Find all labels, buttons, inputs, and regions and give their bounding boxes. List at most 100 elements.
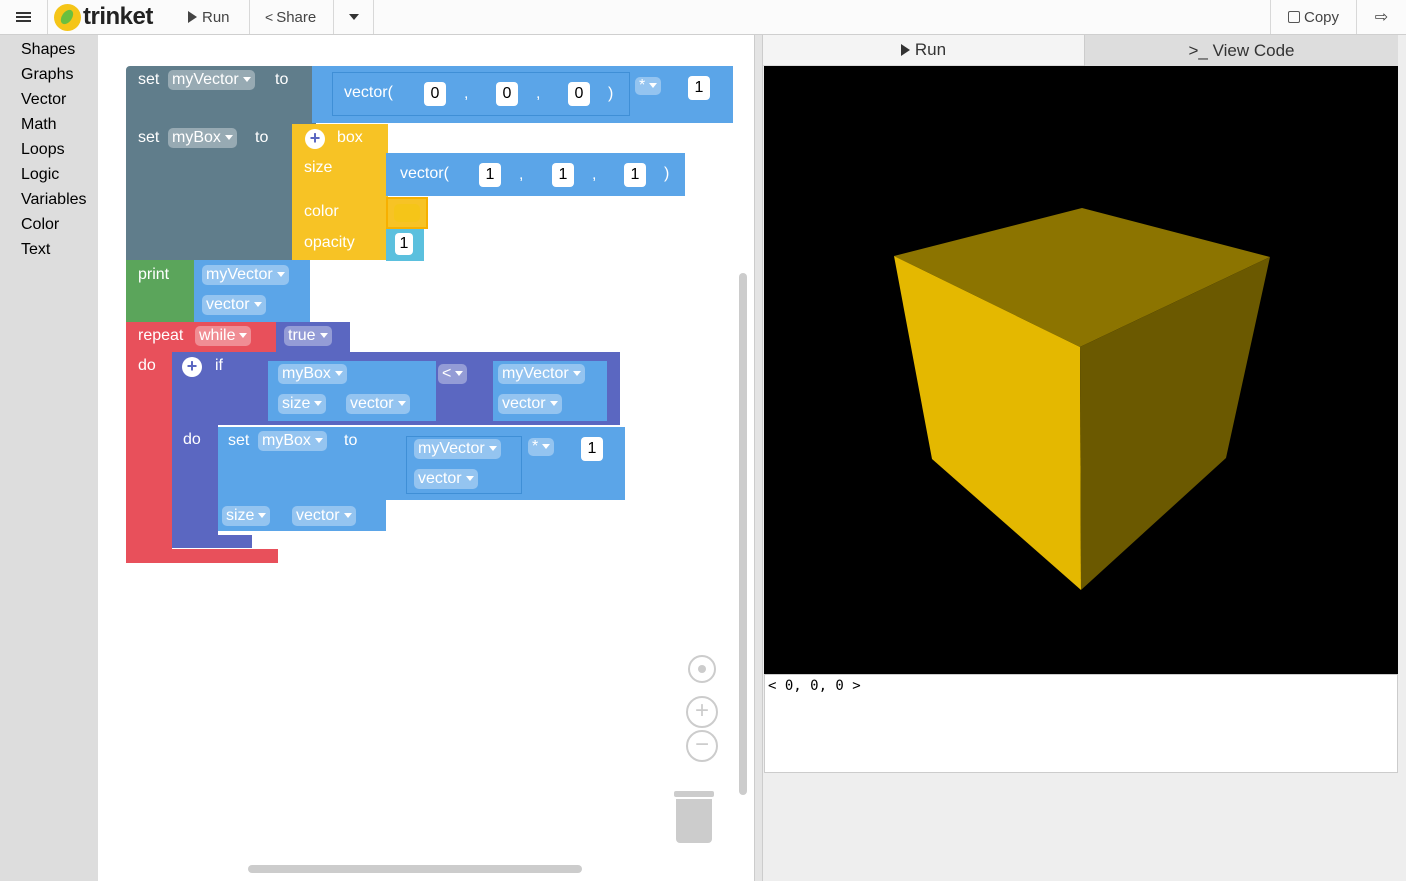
if-footer xyxy=(172,535,252,548)
size-x-input[interactable]: 1 xyxy=(479,163,501,187)
toolbox-category-loops[interactable]: Loops xyxy=(0,137,98,162)
toolbox-category-logic[interactable]: Logic xyxy=(0,162,98,187)
tab-run[interactable]: Run xyxy=(763,35,1084,66)
menu-button[interactable] xyxy=(0,0,48,34)
variable-dropdown-mybox[interactable]: myBox xyxy=(258,431,327,451)
share-label: Share xyxy=(276,8,317,26)
play-icon xyxy=(188,11,197,23)
toolbox-category-color[interactable]: Color xyxy=(0,212,98,237)
vector-y-input[interactable]: 0 xyxy=(496,82,518,106)
copy-label: Copy xyxy=(1303,8,1340,26)
panel-resize-handle[interactable] xyxy=(755,35,763,881)
size-label: size xyxy=(304,159,333,176)
comma: , xyxy=(519,166,524,183)
tab-run-label: Run xyxy=(914,40,947,59)
variable-dropdown-myvector[interactable]: myVector xyxy=(498,364,585,384)
do-keyword: do xyxy=(138,357,156,374)
comma: , xyxy=(464,85,469,102)
tab-view-code[interactable]: >_ View Code xyxy=(1084,35,1398,66)
more-dropdown-button[interactable] xyxy=(334,0,374,34)
copy-button[interactable]: Copy xyxy=(1270,0,1356,34)
set-keyword: set xyxy=(138,129,160,146)
to-keyword: to xyxy=(344,432,358,449)
toolbox-category-variables[interactable]: Variables xyxy=(0,187,98,212)
attribute-dropdown-vector[interactable]: vector xyxy=(292,506,356,526)
vertical-scrollbar[interactable] xyxy=(739,273,747,795)
comma: , xyxy=(536,85,541,102)
toolbox-category-vector[interactable]: Vector xyxy=(0,87,98,112)
console-output: < 0, 0, 0 > xyxy=(764,674,1398,773)
hamburger-icon xyxy=(16,10,31,24)
run-label: Run xyxy=(202,8,230,26)
operator-dropdown[interactable]: * xyxy=(635,77,662,95)
set-keyword: set xyxy=(138,71,160,88)
opacity-label: opacity xyxy=(304,234,355,251)
3d-render-canvas[interactable] xyxy=(764,66,1398,674)
tab-view-code-label: >_ View Code xyxy=(1188,40,1295,60)
mutator-plus-icon[interactable]: + xyxy=(305,129,325,149)
block-toolbox: Shapes Graphs Vector Math Loops Logic Va… xyxy=(0,35,98,881)
paren-close: ) xyxy=(608,85,614,102)
logo[interactable]: trinket xyxy=(50,0,172,34)
variable-dropdown-myvector[interactable]: myVector xyxy=(168,70,255,90)
variable-dropdown-myvector[interactable]: myVector xyxy=(414,439,501,459)
to-keyword: to xyxy=(275,71,289,88)
variable-dropdown-mybox[interactable]: myBox xyxy=(168,128,237,148)
zoom-out-icon[interactable]: − xyxy=(686,730,718,762)
blocks-workspace[interactable]: set myVector to vector( 0 , 0 , 0 ) * 1 … xyxy=(98,35,755,881)
color-swatch[interactable] xyxy=(394,204,420,222)
color-label: color xyxy=(304,203,339,220)
attribute-dropdown-size[interactable]: size xyxy=(222,506,271,526)
size-y-input[interactable]: 1 xyxy=(552,163,574,187)
recenter-icon[interactable] xyxy=(688,655,716,683)
play-icon xyxy=(900,44,910,56)
toolbox-category-graphs[interactable]: Graphs xyxy=(0,62,98,87)
box-label: box xyxy=(337,129,363,146)
toolbox-category-text[interactable]: Text xyxy=(0,237,98,262)
share-button[interactable]: < Share xyxy=(250,0,334,34)
factor-input[interactable]: 1 xyxy=(581,437,603,461)
trinket-logo-icon xyxy=(54,3,81,31)
repeat-keyword: repeat xyxy=(138,327,184,344)
boolean-dropdown[interactable]: true xyxy=(284,326,332,346)
set-keyword: set xyxy=(228,432,250,449)
attribute-dropdown-vector[interactable]: vector xyxy=(346,394,410,414)
share-icon: < xyxy=(265,9,274,25)
cube-render xyxy=(894,208,1270,590)
attribute-dropdown-vector[interactable]: vector xyxy=(414,469,478,489)
repeat-footer xyxy=(126,549,278,563)
console-text: < 0, 0, 0 > xyxy=(768,678,861,694)
sign-in-icon: ⇨ xyxy=(1374,9,1389,26)
variable-dropdown-mybox[interactable]: myBox xyxy=(278,364,347,384)
opacity-input[interactable]: 1 xyxy=(395,233,413,255)
if-mutator-plus-icon[interactable]: + xyxy=(182,357,202,377)
factor-input[interactable]: 1 xyxy=(688,76,710,100)
comma: , xyxy=(592,166,597,183)
zoom-in-icon[interactable]: + xyxy=(686,696,718,728)
horizontal-scrollbar[interactable] xyxy=(248,865,582,873)
paren-close: ) xyxy=(664,165,670,182)
vector-z-input[interactable]: 0 xyxy=(568,82,590,106)
if-keyword: if xyxy=(215,357,223,374)
toolbox-category-math[interactable]: Math xyxy=(0,112,98,137)
chevron-down-icon xyxy=(348,14,359,20)
to-keyword: to xyxy=(255,129,269,146)
attribute-dropdown-size[interactable]: size xyxy=(278,394,327,414)
save-icon xyxy=(1287,11,1300,23)
compare-operator-dropdown[interactable]: < xyxy=(438,364,468,384)
trash-icon[interactable] xyxy=(674,791,714,843)
print-keyword: print xyxy=(138,266,170,283)
loop-mode-dropdown[interactable]: while xyxy=(195,326,252,346)
variable-dropdown-myvector[interactable]: myVector xyxy=(202,265,289,285)
output-panel: Run >_ View Code < 0, 0, 0 > xyxy=(763,35,1406,881)
operator-dropdown[interactable]: * xyxy=(528,438,555,456)
attribute-dropdown-vector[interactable]: vector xyxy=(498,394,562,414)
login-button[interactable]: ⇨ xyxy=(1356,0,1406,34)
do-keyword: do xyxy=(183,431,201,448)
vector-x-input[interactable]: 0 xyxy=(424,82,446,106)
top-bar: trinket Run < Share Copy ⇨ xyxy=(0,0,1406,35)
toolbox-category-shapes[interactable]: Shapes xyxy=(0,37,98,62)
attribute-dropdown-vector[interactable]: vector xyxy=(202,295,266,315)
size-z-input[interactable]: 1 xyxy=(624,163,646,187)
run-button[interactable]: Run xyxy=(172,0,250,34)
